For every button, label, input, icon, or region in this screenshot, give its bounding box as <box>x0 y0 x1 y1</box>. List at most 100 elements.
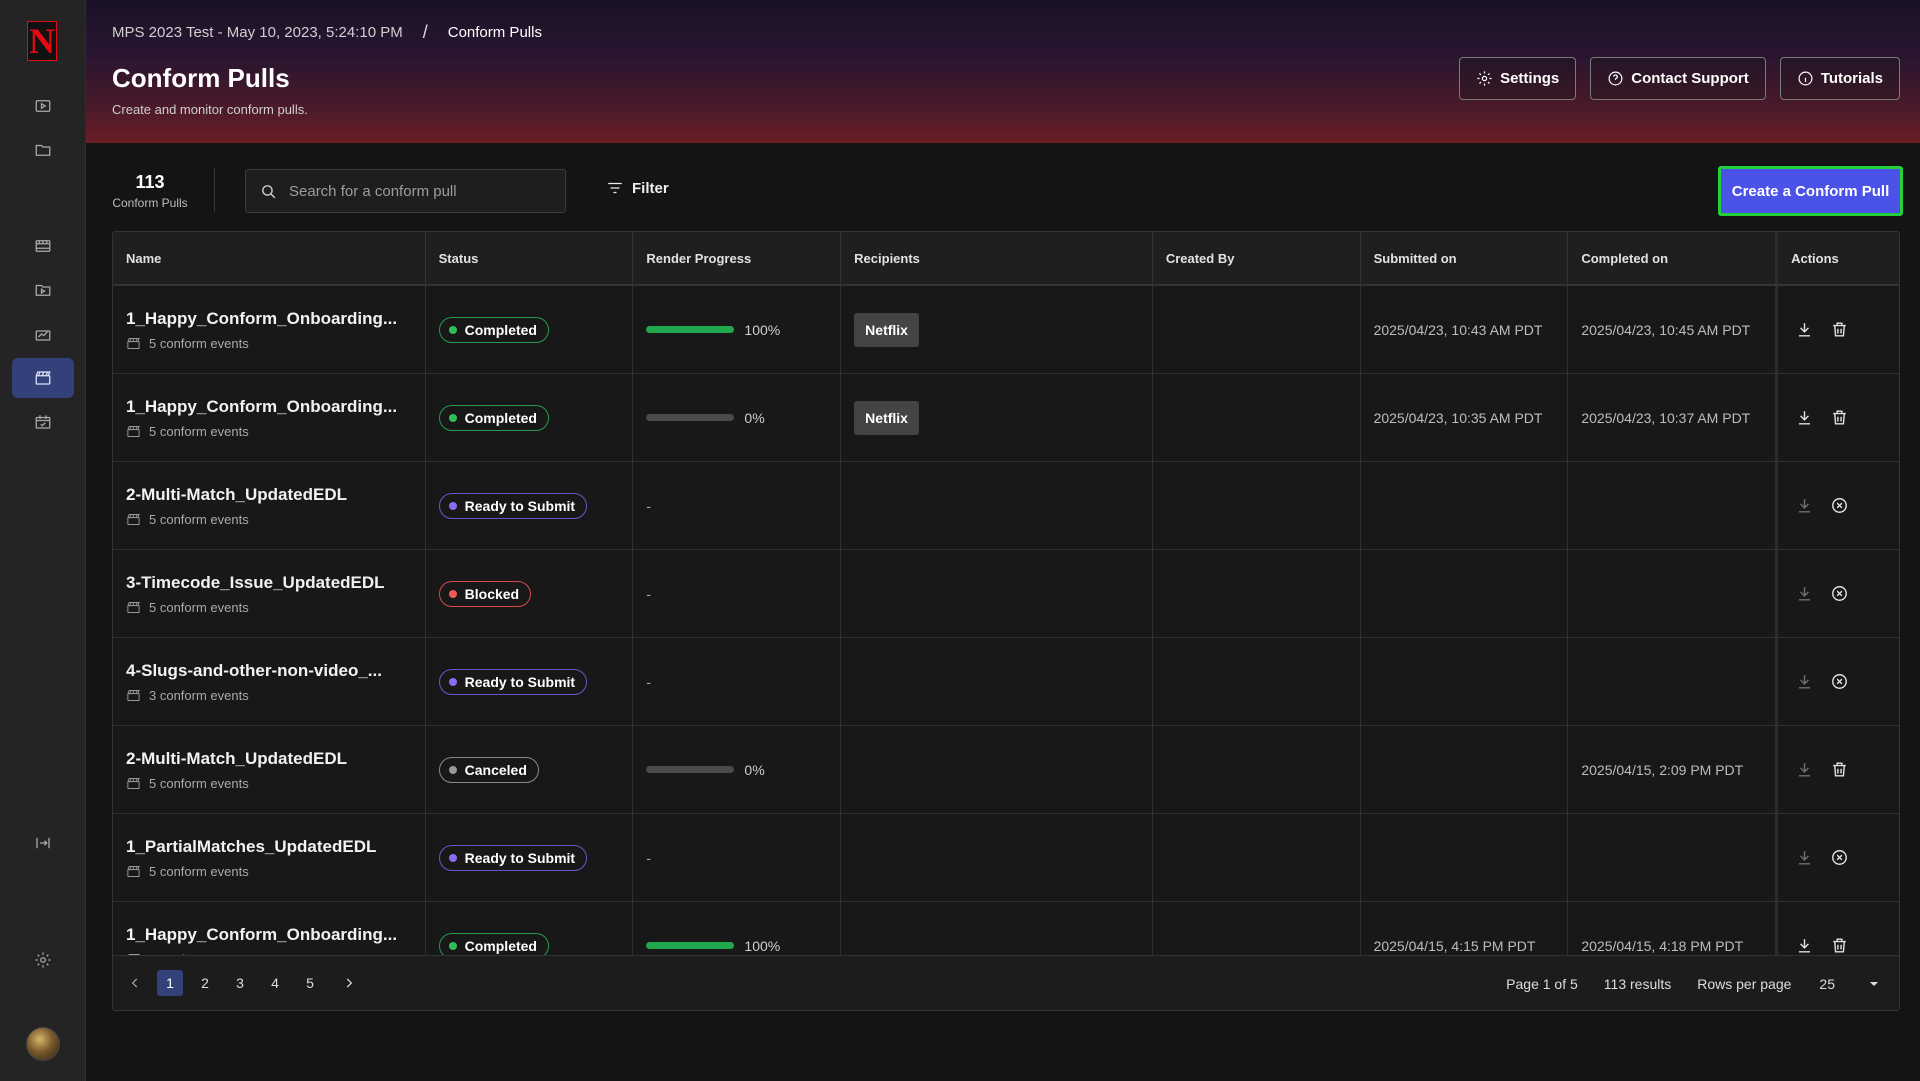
status-dot <box>448 853 457 862</box>
table-row[interactable]: 1_Happy_Conform_Onboarding... 5 conform e… <box>113 374 1899 462</box>
sidebar-collapse-button[interactable] <box>12 823 74 863</box>
sidebar-item-player[interactable] <box>12 86 74 126</box>
sidebar-item-files[interactable] <box>12 130 74 170</box>
table-row[interactable]: 1_PartialMatches_UpdatedEDL 5 conform eve… <box>113 814 1899 902</box>
download-icon[interactable] <box>1795 848 1814 867</box>
submitted-on-cell <box>1361 550 1569 637</box>
cancel-circle-icon[interactable] <box>1830 848 1849 867</box>
download-icon[interactable] <box>1795 320 1814 339</box>
settings-button[interactable]: Settings <box>1459 57 1577 100</box>
conform-events: 5 conform events <box>126 336 249 351</box>
cancel-circle-icon[interactable] <box>1830 496 1849 515</box>
actions-cell <box>1778 550 1899 637</box>
page-number-1[interactable]: 1 <box>157 970 183 996</box>
status-badge: Blocked <box>438 580 532 607</box>
help-circle-icon <box>1608 71 1623 86</box>
row-actions <box>1791 584 1849 603</box>
prev-page-button[interactable] <box>125 973 145 993</box>
name-cell: 3-Timecode_Issue_UpdatedEDL 5 conform eve… <box>113 550 426 637</box>
status-label: Blocked <box>464 585 520 602</box>
status-label: Ready to Submit <box>464 849 576 866</box>
table-row[interactable]: 2-Multi-Match_UpdatedEDL 5 conform events… <box>113 726 1899 814</box>
search-input[interactable] <box>289 182 549 200</box>
sidebar-item-conform-pulls[interactable] <box>12 358 74 398</box>
user-avatar[interactable] <box>26 1027 60 1061</box>
column-header-submitted-on[interactable]: Submitted on <box>1361 232 1569 284</box>
trash-icon[interactable] <box>1830 936 1849 955</box>
logo-letter: N <box>29 21 55 61</box>
trash-icon[interactable] <box>1830 760 1849 779</box>
status-label: Completed <box>464 321 537 338</box>
row-actions <box>1791 672 1849 691</box>
name-cell: 1_Happy_Conform_Onboarding... 5 conform e… <box>113 374 426 461</box>
page-number-4[interactable]: 4 <box>262 970 288 996</box>
recipient-tag: Netflix <box>854 400 919 435</box>
conform-pull-name[interactable]: 4-Slugs-and-other-non-video_... <box>126 661 382 681</box>
conform-pull-name[interactable]: 2-Multi-Match_UpdatedEDL <box>126 749 347 769</box>
trash-icon[interactable] <box>1830 408 1849 427</box>
submitted-date: 2025/04/23, 10:35 AM PDT <box>1373 409 1543 426</box>
next-page-button[interactable] <box>339 973 359 993</box>
status-badge: Ready to Submit <box>438 668 588 695</box>
created-by-cell <box>1153 286 1361 373</box>
conform-pull-name[interactable]: 1_Happy_Conform_Onboarding... <box>126 397 397 417</box>
sidebar-item-film[interactable] <box>12 226 74 266</box>
search-box[interactable] <box>245 169 566 213</box>
create-conform-pull-button[interactable]: Create a Conform Pull <box>1718 166 1903 216</box>
submitted-on-cell: 2025/04/23, 10:43 AM PDT <box>1361 286 1569 373</box>
netflix-logo[interactable]: N <box>27 21 57 61</box>
column-header-recipients[interactable]: Recipients <box>841 232 1153 284</box>
conform-pull-name[interactable]: 1_Happy_Conform_Onboarding... <box>126 925 397 945</box>
sidebar: N <box>0 0 86 1081</box>
sidebar-item-media[interactable] <box>12 270 74 310</box>
page-number-2[interactable]: 2 <box>192 970 218 996</box>
film-icon <box>35 240 51 252</box>
page-numbers: 12345 <box>157 970 323 996</box>
table-row[interactable]: 2-Multi-Match_UpdatedEDL 5 conform events… <box>113 462 1899 550</box>
clapperboard-icon <box>127 513 140 525</box>
conform-pull-name[interactable]: 1_Happy_Conform_Onboarding... <box>126 309 397 329</box>
column-header-created-by[interactable]: Created By <box>1153 232 1361 284</box>
status-dot <box>448 413 457 422</box>
rows-per-page-select[interactable]: 25 <box>1803 976 1879 992</box>
toolbar-divider <box>214 168 215 212</box>
conform-events-label: 5 conform events <box>149 511 249 527</box>
table-row[interactable]: 1_Happy_Conform_Onboarding... 5 conform e… <box>113 286 1899 374</box>
column-header-completed-on[interactable]: Completed on <box>1568 232 1779 284</box>
download-icon[interactable] <box>1795 760 1814 779</box>
download-icon[interactable] <box>1795 408 1814 427</box>
column-header-name[interactable]: Name <box>113 232 426 284</box>
download-icon[interactable] <box>1795 496 1814 515</box>
sidebar-item-deliveries[interactable] <box>12 402 74 442</box>
download-icon[interactable] <box>1795 936 1814 955</box>
download-icon[interactable] <box>1795 584 1814 603</box>
download-icon[interactable] <box>1795 672 1814 691</box>
breadcrumb-project[interactable]: MPS 2023 Test - May 10, 2023, 5:24:10 PM <box>112 24 403 41</box>
folder-icon <box>35 144 51 156</box>
trash-icon[interactable] <box>1830 320 1849 339</box>
column-header-render-progress[interactable]: Render Progress <box>633 232 842 284</box>
column-header-status[interactable]: Status <box>426 232 634 284</box>
recipients-cell <box>841 814 1153 901</box>
recipients-cell: Netflix <box>841 374 1153 461</box>
status-dot <box>448 765 457 774</box>
completed-on-cell: 2025/04/23, 10:37 AM PDT <box>1568 374 1779 461</box>
page-number-5[interactable]: 5 <box>297 970 323 996</box>
table-row[interactable]: 3-Timecode_Issue_UpdatedEDL 5 conform eve… <box>113 550 1899 638</box>
tutorials-button[interactable]: Tutorials <box>1779 57 1900 100</box>
filter-button[interactable]: Filter <box>606 179 669 197</box>
conform-pull-name[interactable]: 1_PartialMatches_UpdatedEDL <box>126 837 376 857</box>
gear-icon <box>35 952 51 968</box>
table-row[interactable]: 4-Slugs-and-other-non-video_... 3 conform… <box>113 638 1899 726</box>
conform-pull-name[interactable]: 3-Timecode_Issue_UpdatedEDL <box>126 573 385 593</box>
cancel-circle-icon[interactable] <box>1830 584 1849 603</box>
recipients-cell <box>841 462 1153 549</box>
conform-pull-name[interactable]: 2-Multi-Match_UpdatedEDL <box>126 485 347 505</box>
created-by-cell <box>1153 550 1361 637</box>
contact-support-button[interactable]: Contact Support <box>1590 57 1766 100</box>
render-progress-empty: - <box>646 673 652 690</box>
cancel-circle-icon[interactable] <box>1830 672 1849 691</box>
sidebar-item-analytics[interactable] <box>12 314 74 354</box>
page-number-3[interactable]: 3 <box>227 970 253 996</box>
sidebar-item-settings[interactable] <box>12 940 74 980</box>
